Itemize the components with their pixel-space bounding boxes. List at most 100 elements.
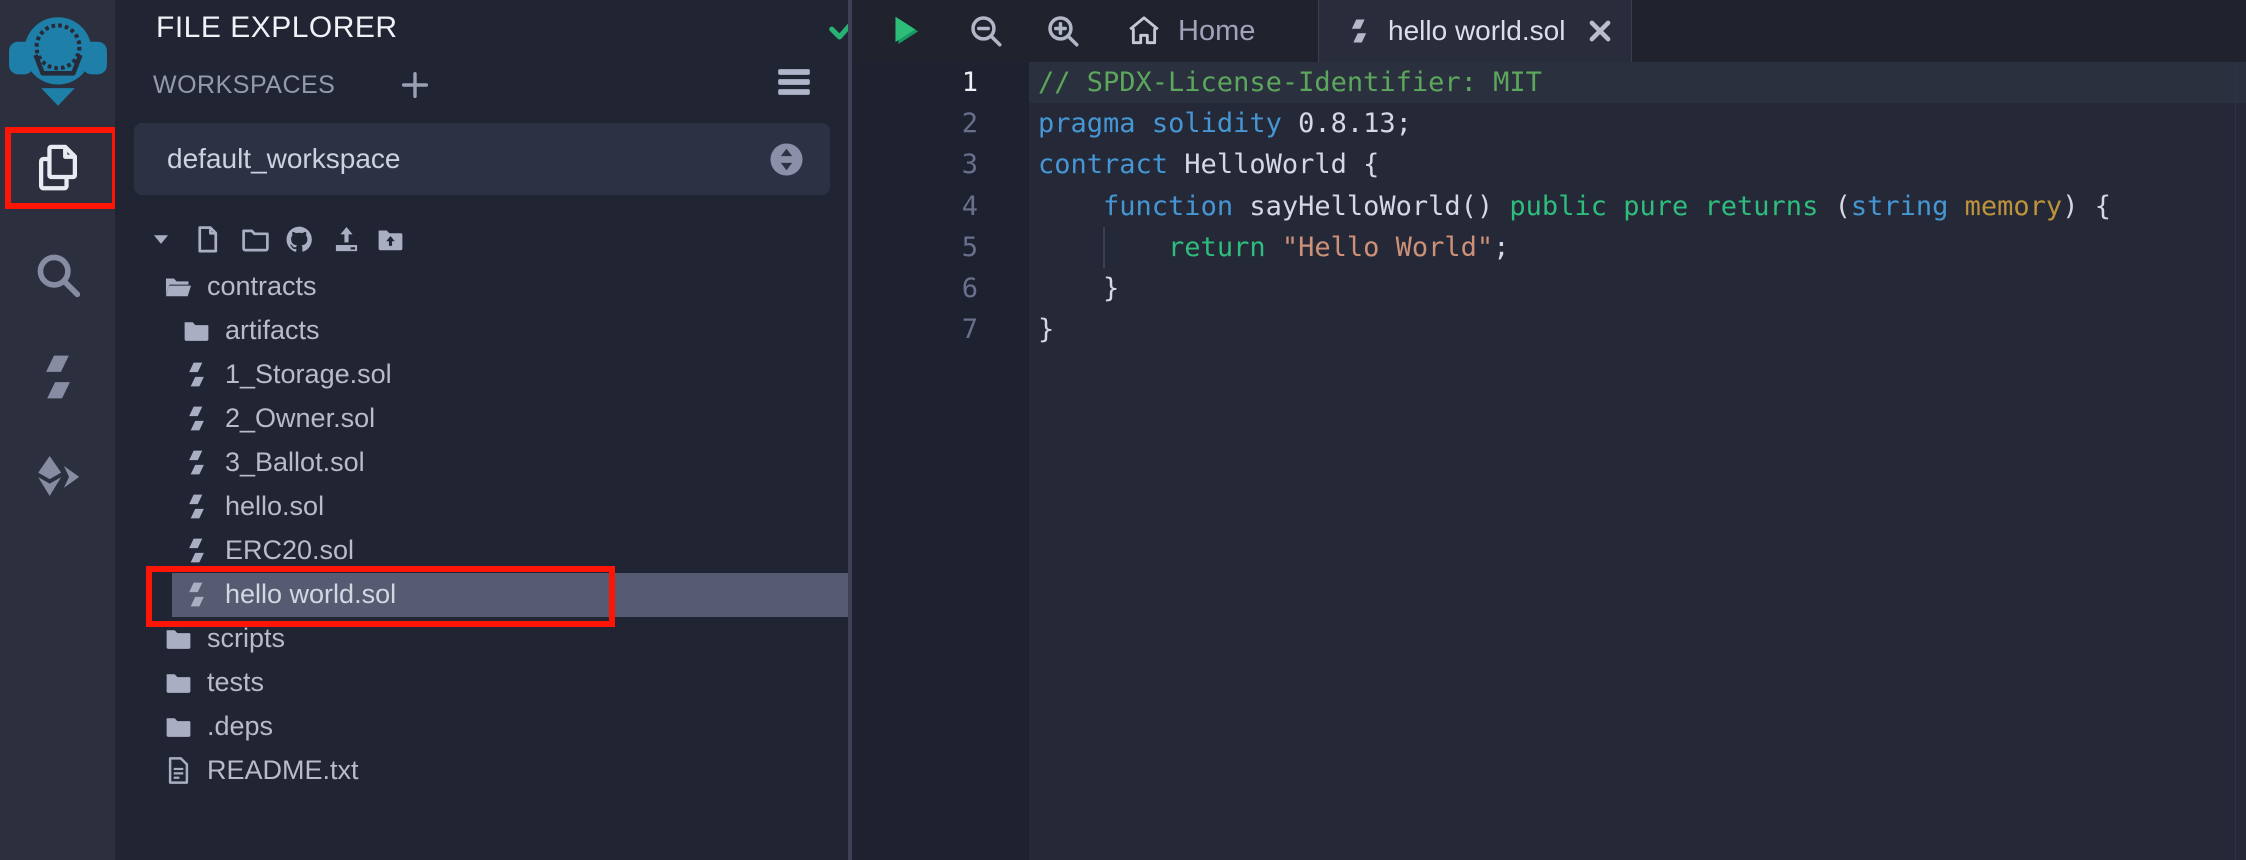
- code-line-7[interactable]: 7}: [852, 309, 2246, 350]
- code-token: ;: [1493, 232, 1509, 263]
- tree-item-label: contracts: [207, 271, 317, 302]
- select-arrows-icon: [769, 142, 804, 177]
- close-icon[interactable]: [1585, 16, 1615, 46]
- sidebar-item-solidity-compiler[interactable]: [0, 334, 115, 420]
- sidebar-item-deploy-and-run[interactable]: [0, 435, 115, 521]
- workspace-select[interactable]: default_workspace: [134, 123, 830, 195]
- code-line-1[interactable]: 1 // SPDX-License-Identifier: MIT: [852, 62, 2246, 103]
- code-token: 0.8.13;: [1282, 108, 1412, 139]
- annotation-red-box: [146, 566, 615, 627]
- solidity-file-icon: [1344, 16, 1374, 46]
- code-token: [1266, 232, 1282, 263]
- tree-item-artifacts[interactable]: artifacts: [115, 308, 848, 352]
- tab-home[interactable]: Home: [1100, 0, 1318, 62]
- publish-to-gist-button[interactable]: [284, 224, 315, 255]
- tree-item-label: README.txt: [207, 755, 359, 786]
- tree-item-label: hello.sol: [225, 491, 324, 522]
- code-token: HelloWorld {: [1168, 149, 1379, 180]
- folder-icon: [163, 711, 194, 742]
- code-line-3[interactable]: 3 contract HelloWorld {: [852, 144, 2246, 185]
- upload-file-button[interactable]: [331, 224, 362, 255]
- code-token: return: [1168, 232, 1266, 263]
- tree-item-hello-world-sol[interactable]: hello world.sol: [115, 572, 848, 616]
- editor-tab-bar: Home hello world.sol: [852, 0, 2246, 62]
- tree-item-2-owner-sol[interactable]: 2_Owner.sol: [115, 396, 848, 440]
- indent-guide: [1103, 227, 1105, 268]
- tab-label: Home: [1178, 15, 1255, 48]
- line-number: 1: [852, 62, 1029, 103]
- tree-item-contracts[interactable]: contracts: [115, 264, 848, 308]
- tree-item-label: 3_Ballot.sol: [225, 447, 365, 478]
- code-token: function: [1103, 191, 1233, 222]
- code-token: (: [1818, 191, 1851, 222]
- tree-item-1-storage-sol[interactable]: 1_Storage.sol: [115, 352, 848, 396]
- app-logo[interactable]: [7, 4, 109, 108]
- code-token: memory: [1965, 191, 2063, 222]
- files-icon: [31, 141, 85, 195]
- folder-icon: [163, 623, 194, 654]
- code-line-6[interactable]: 6 }: [852, 268, 2246, 309]
- code-line-2[interactable]: 2 pragma solidity 0.8.13;: [852, 103, 2246, 144]
- code-editor[interactable]: 1// SPDX-License-Identifier: MIT2pragma …: [852, 62, 2246, 860]
- code-token: solidity: [1152, 108, 1282, 139]
- code-line-5[interactable]: 5 return "Hello World";: [852, 227, 2246, 268]
- tree-item-readme-txt[interactable]: README.txt: [115, 748, 848, 792]
- home-icon: [1126, 13, 1162, 49]
- collapse-tree-button[interactable]: [148, 226, 174, 252]
- tree-item-label: .deps: [207, 711, 273, 742]
- folder-open-icon: [163, 271, 194, 302]
- folder-icon: [163, 667, 194, 698]
- line-number: 5: [852, 227, 1029, 268]
- new-file-button[interactable]: [192, 224, 223, 255]
- editor-region: Home hello world.sol 1 // SPDX-License-Ide…: [848, 0, 2246, 860]
- new-folder-button[interactable]: [240, 224, 271, 255]
- run-button[interactable]: [882, 8, 928, 54]
- workspaces-label: WORKSPACES: [153, 71, 335, 100]
- upload-folder-button[interactable]: [375, 224, 406, 255]
- line-number: 2: [852, 103, 1029, 144]
- code-token: }: [1038, 273, 1119, 304]
- workspace-select-value: default_workspace: [167, 143, 769, 175]
- editor-scrollbar[interactable]: [2235, 62, 2246, 860]
- code-token: [1948, 191, 1964, 222]
- file-tree: contracts artifacts 1_Storage.sol2_Owner.s…: [115, 264, 848, 792]
- code-token: [1607, 191, 1623, 222]
- code-token: returns: [1705, 191, 1819, 222]
- file-text-icon: [163, 755, 194, 786]
- line-number: 3: [852, 144, 1029, 185]
- hamburger-menu-icon[interactable]: [773, 62, 815, 102]
- file-tree-toolbar: [115, 218, 848, 260]
- solidity-file-icon: [181, 403, 212, 434]
- tab-label: hello world.sol: [1388, 15, 1577, 47]
- solidity-icon: [31, 350, 85, 404]
- code-token: pure: [1623, 191, 1688, 222]
- tree-item-hello-sol[interactable]: hello.sol: [115, 484, 848, 528]
- solidity-file-icon: [181, 447, 212, 478]
- line-number: 6: [852, 268, 1029, 309]
- code-token: contract: [1038, 149, 1168, 180]
- ethereum-deploy-icon: [31, 451, 85, 505]
- code-token: [1136, 108, 1152, 139]
- tree-item-label: scripts: [207, 623, 285, 654]
- tab-hello-world-sol[interactable]: hello world.sol: [1318, 0, 1632, 62]
- sidebar-item-search[interactable]: [0, 232, 115, 318]
- code-token: // SPDX-License-Identifier: MIT: [1038, 67, 1542, 98]
- add-workspace-button[interactable]: [398, 68, 432, 102]
- tree-item-deps[interactable]: .deps: [115, 704, 848, 748]
- tree-item-label: artifacts: [225, 315, 320, 346]
- tree-item-3-ballot-sol[interactable]: 3_Ballot.sol: [115, 440, 848, 484]
- code-token: string: [1851, 191, 1949, 222]
- folder-icon: [181, 315, 212, 346]
- solidity-file-icon: [181, 359, 212, 390]
- solidity-file-icon: [181, 491, 212, 522]
- code-token: pragma: [1038, 108, 1136, 139]
- code-token: [1688, 191, 1704, 222]
- zoom-out-button[interactable]: [967, 12, 1005, 50]
- tree-item-tests[interactable]: tests: [115, 660, 848, 704]
- code-token: ) {: [2062, 191, 2111, 222]
- zoom-in-button[interactable]: [1044, 12, 1082, 50]
- code-line-4[interactable]: 4 function sayHelloWorld() public pure r…: [852, 186, 2246, 227]
- sidebar-item-file-explorer[interactable]: [0, 125, 115, 211]
- code-token: sayHelloWorld(): [1233, 191, 1509, 222]
- code-token: "Hello World": [1282, 232, 1493, 263]
